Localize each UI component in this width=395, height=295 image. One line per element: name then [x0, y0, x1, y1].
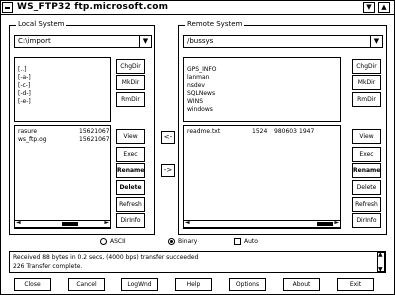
- file-size: 15621067: [79, 136, 110, 143]
- list-item[interactable]: ws_ftp.og: [18, 136, 47, 143]
- list-item[interactable]: rasure: [18, 128, 37, 135]
- local-rmdir-button[interactable]: RmDir: [116, 92, 145, 107]
- ascii-radio[interactable]: [100, 238, 107, 245]
- list-item[interactable]: readme.txt: [187, 128, 220, 135]
- list-item[interactable]: [..]: [18, 66, 27, 73]
- list-item[interactable]: [-d-]: [18, 90, 31, 97]
- local-exec-button[interactable]: Exec: [116, 147, 145, 162]
- status-log[interactable]: Received 88 bytes in 0.2 secs, (4000 bps…: [9, 251, 386, 273]
- cancel-button[interactable]: Cancel: [68, 278, 105, 291]
- file-time: 1947: [299, 128, 315, 135]
- local-path-value: C:\import: [18, 37, 51, 45]
- chevron-down-icon[interactable]: ▼: [370, 36, 382, 47]
- binary-radio[interactable]: [168, 238, 175, 245]
- ws-ftp-window: WS_FTP32 ftp.microsoft.com ▼ ▲ Local Sys…: [0, 0, 395, 295]
- file-date: 980603: [274, 128, 297, 135]
- about-button[interactable]: About: [283, 278, 320, 291]
- remote-exec-button[interactable]: Exec: [352, 147, 381, 162]
- remote-horizontal-scrollbar[interactable]: ◄ ►: [183, 219, 341, 228]
- status-scrollbar[interactable]: ▲ ▼: [377, 251, 385, 273]
- list-item[interactable]: [-c-]: [18, 82, 30, 89]
- remote-chgdir-button[interactable]: ChgDir: [352, 59, 381, 74]
- remote-rename-button[interactable]: Rename: [352, 163, 381, 178]
- minimize-icon[interactable]: ▼: [363, 2, 375, 13]
- remote-path-value: /bussys: [187, 37, 214, 45]
- auto-checkbox[interactable]: [234, 238, 241, 245]
- status-line: Received 88 bytes in 0.2 secs, (4000 bps…: [13, 254, 199, 261]
- remote-view-button[interactable]: View: [352, 129, 381, 144]
- local-chgdir-button[interactable]: ChgDir: [116, 59, 145, 74]
- system-menu-icon[interactable]: [2, 2, 13, 13]
- list-item[interactable]: lanman: [187, 74, 209, 81]
- list-item[interactable]: WINS: [187, 98, 203, 105]
- local-mkdir-button[interactable]: MkDir: [116, 75, 145, 90]
- remote-rmdir-button[interactable]: RmDir: [352, 92, 381, 107]
- remote-refresh-button[interactable]: Refresh: [352, 197, 381, 212]
- help-button[interactable]: Help: [175, 278, 212, 291]
- local-dirinfo-button[interactable]: DirInfo: [116, 213, 145, 228]
- local-view-button[interactable]: View: [116, 129, 145, 144]
- file-size: 1524: [252, 128, 268, 135]
- close-button[interactable]: Close: [14, 278, 51, 291]
- chevron-down-icon[interactable]: ▼: [139, 36, 151, 47]
- local-refresh-button[interactable]: Refresh: [116, 197, 145, 212]
- remote-dirinfo-button[interactable]: DirInfo: [352, 213, 381, 228]
- local-system-label: Local System: [16, 20, 67, 28]
- remote-delete-button[interactable]: Delete: [352, 180, 381, 195]
- maximize-icon[interactable]: ▲: [378, 2, 390, 13]
- local-rename-button[interactable]: Rename: [116, 163, 145, 178]
- list-item[interactable]: windows: [187, 106, 213, 113]
- binary-label: Binary: [178, 238, 198, 245]
- list-item[interactable]: GPS_INFO: [187, 66, 217, 73]
- options-button[interactable]: Options: [229, 278, 266, 291]
- list-item[interactable]: SQLNews: [187, 90, 215, 97]
- transfer-to-local-button[interactable]: <-: [161, 131, 175, 144]
- list-item[interactable]: nsdev: [187, 82, 205, 89]
- remote-dir-list[interactable]: GPS_INFO lanman nsdev SQLNews WINS windo…: [183, 57, 341, 122]
- window-title: WS_FTP32 ftp.microsoft.com: [17, 2, 169, 12]
- local-horizontal-scrollbar[interactable]: ◄ ►: [14, 219, 111, 228]
- local-file-list[interactable]: rasure 15621067 ws_ftp.og 15621067: [14, 125, 111, 229]
- ascii-label: ASCII: [110, 238, 126, 245]
- status-line: 226 Transfer complete.: [13, 263, 83, 270]
- remote-path-combo[interactable]: /bussys ▼: [183, 35, 383, 48]
- list-item[interactable]: [-e-]: [18, 98, 31, 105]
- auto-label: Auto: [244, 238, 258, 245]
- list-item[interactable]: [-a-]: [18, 74, 31, 81]
- exit-button[interactable]: Exit: [337, 278, 374, 291]
- remote-system-label: Remote System: [185, 20, 245, 28]
- file-size: 15621067: [79, 128, 110, 135]
- local-path-combo[interactable]: C:\import ▼: [14, 35, 152, 48]
- local-dir-list[interactable]: [..] [-a-] [-c-] [-d-] [-e-]: [14, 57, 111, 122]
- title-bar: WS_FTP32 ftp.microsoft.com ▼ ▲: [1, 1, 394, 15]
- logwnd-button[interactable]: LogWnd: [121, 278, 158, 291]
- local-delete-button[interactable]: Delete: [116, 180, 145, 195]
- transfer-to-remote-button[interactable]: ->: [161, 164, 175, 177]
- remote-mkdir-button[interactable]: MkDir: [352, 75, 381, 90]
- remote-file-list[interactable]: readme.txt 1524 980603 1947: [183, 125, 341, 229]
